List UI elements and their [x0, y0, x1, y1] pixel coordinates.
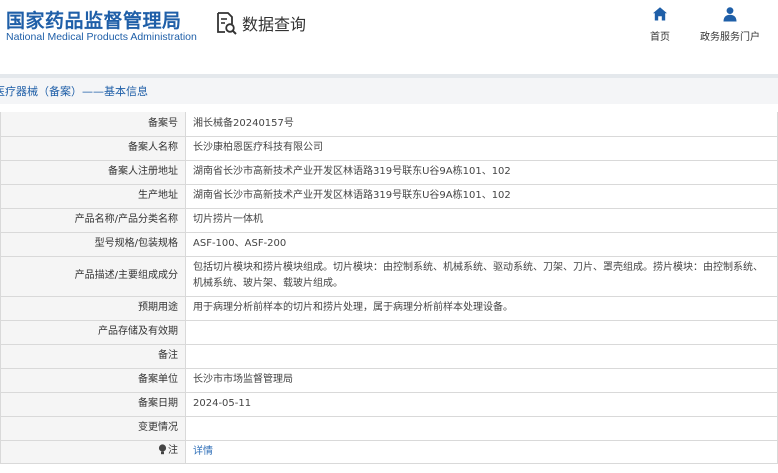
field-label: 备注	[0, 343, 186, 369]
note-label: 注	[168, 444, 178, 456]
data-query-title: 数据查询	[242, 15, 307, 34]
field-value	[185, 343, 778, 369]
logo-title-cn[interactable]: 国家药品监督管理局	[6, 6, 182, 33]
field-value	[185, 415, 778, 441]
table-row: 预期用途 用于病理分析前样本的切片和捞片处理，属于病理分析前样本处理设备。	[0, 295, 778, 321]
field-value: 详情	[185, 439, 778, 464]
details-link[interactable]: 详情	[193, 446, 213, 457]
table-row: 备案人名称 长沙康柏恩医疗科技有限公司	[0, 135, 778, 161]
field-value: ASF-100、ASF-200	[185, 231, 778, 257]
field-label: 产品名称/产品分类名称	[0, 207, 186, 233]
table-row: 产品名称/产品分类名称 切片捞片一体机	[0, 207, 778, 233]
field-value: 2024-05-11	[185, 391, 778, 417]
field-value: 湖南省长沙市高新技术产业开发区林语路319号联东U谷9A栋101、102	[185, 159, 778, 185]
table-row: 型号规格/包装规格 ASF-100、ASF-200	[0, 231, 778, 257]
table-row: 变更情况	[0, 415, 778, 441]
user-icon	[700, 6, 760, 22]
home-icon	[630, 6, 690, 22]
logo-title-en[interactable]: National Medical Products Administration	[6, 31, 197, 43]
field-label: 备案单位	[0, 367, 186, 393]
data-query-heading: 数据查询	[214, 10, 306, 36]
field-value	[185, 319, 778, 345]
table-row: 备案号 湘长械备20240157号	[0, 112, 778, 137]
nav-home[interactable]: 首页	[630, 6, 690, 43]
table-row: 注 详情	[0, 439, 778, 464]
table-row: 产品描述/主要组成成分 包括切片模块和捞片模块组成。切片模块：由控制系统、机械系…	[0, 255, 778, 297]
table-row: 备案人注册地址 湖南省长沙市高新技术产业开发区林语路319号联东U谷9A栋101…	[0, 159, 778, 185]
field-label: 型号规格/包装规格	[0, 231, 186, 257]
site-header: 国家药品监督管理局 National Medical Products Admi…	[0, 0, 778, 60]
field-value: 包括切片模块和捞片模块组成。切片模块：由控制系统、机械系统、驱动系统、刀架、刀片…	[185, 255, 778, 297]
field-label: 备案号	[0, 112, 186, 137]
nav-home-label: 首页	[650, 32, 670, 43]
field-value: 长沙康柏恩医疗科技有限公司	[185, 135, 778, 161]
breadcrumb: 医疗器械（备案）——基本信息	[0, 85, 148, 98]
field-label: 备案人名称	[0, 135, 186, 161]
nav-service-portal-label: 政务服务门户	[700, 32, 760, 43]
field-value: 切片捞片一体机	[185, 207, 778, 233]
field-label: 生产地址	[0, 183, 186, 209]
field-value: 湘长械备20240157号	[185, 112, 778, 137]
field-label: 产品存储及有效期	[0, 319, 186, 345]
field-label: 预期用途	[0, 295, 186, 321]
field-value: 长沙市市场监督管理局	[185, 367, 778, 393]
table-row: 备案日期 2024-05-11	[0, 391, 778, 417]
field-value: 用于病理分析前样本的切片和捞片处理，属于病理分析前样本处理设备。	[185, 295, 778, 321]
bulb-icon	[158, 443, 167, 461]
field-label: 产品描述/主要组成成分	[0, 255, 186, 297]
field-label: 备案人注册地址	[0, 159, 186, 185]
field-label: 备案日期	[0, 391, 186, 417]
nav-service-portal[interactable]: 政务服务门户	[700, 6, 760, 43]
record-detail-table: 备案号 湘长械备20240157号 备案人名称 长沙康柏恩医疗科技有限公司 备案…	[0, 112, 778, 464]
field-label: 变更情况	[0, 415, 186, 441]
table-row: 备注	[0, 343, 778, 369]
field-value: 湖南省长沙市高新技术产业开发区林语路319号联东U谷9A栋101、102	[185, 183, 778, 209]
field-label-note: 注	[0, 439, 186, 464]
table-row: 备案单位 长沙市市场监督管理局	[0, 367, 778, 393]
breadcrumb-bar: 医疗器械（备案）——基本信息	[0, 78, 778, 104]
document-search-icon	[214, 11, 238, 35]
table-row: 产品存储及有效期	[0, 319, 778, 345]
table-row: 生产地址 湖南省长沙市高新技术产业开发区林语路319号联东U谷9A栋101、10…	[0, 183, 778, 209]
